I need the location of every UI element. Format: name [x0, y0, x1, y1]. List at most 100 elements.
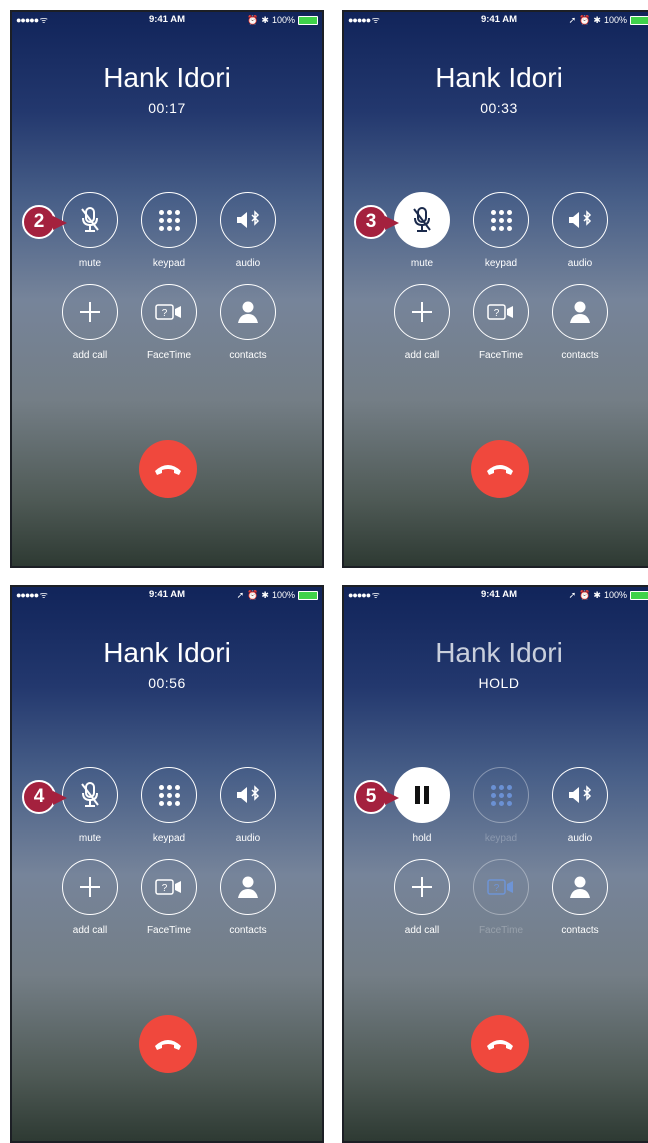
audio-button[interactable] [220, 767, 276, 823]
plus-icon [80, 302, 100, 322]
contacts-label: contacts [229, 925, 267, 936]
keypad-button[interactable] [141, 767, 197, 823]
keypad-icon [490, 784, 512, 806]
pause-icon [415, 786, 429, 804]
bluetooth-icon: ✱ [261, 590, 269, 600]
speaker-bluetooth-icon [569, 785, 592, 803]
mute-button[interactable] [62, 767, 118, 823]
status-bar: ●●●●● ᯤ 9:41 AM ⏰ ✱ 100% [12, 12, 322, 28]
end-call-button[interactable] [471, 440, 529, 498]
mute-label: mute [410, 258, 434, 269]
keypad-icon [158, 784, 180, 806]
call-screen-2: ●●●●● ᯤ 9:41 AM ➚ ⏰ ✱ 100% Hank Idori 00… [342, 10, 648, 568]
bluetooth-icon: ✱ [261, 15, 269, 25]
bluetooth-icon: ✱ [593, 590, 601, 600]
add-call-button[interactable] [62, 284, 118, 340]
facetime-label: FaceTime [146, 350, 192, 361]
plus-icon [80, 877, 100, 897]
contact-icon [570, 301, 590, 323]
audio-button[interactable] [552, 192, 608, 248]
battery-icon [630, 590, 648, 600]
step-badge: 4 [22, 780, 67, 814]
facetime-icon: ? [487, 304, 513, 320]
status-bar: ●●●●● ᯤ 9:41 AM ➚ ⏰ ✱ 100% [344, 12, 648, 28]
plus-icon [412, 877, 432, 897]
speaker-bluetooth-icon [237, 210, 260, 228]
microphone-muted-icon [413, 207, 431, 232]
hold-button[interactable] [394, 767, 450, 823]
add-call-label: add call [404, 350, 440, 361]
caller-name: Hank Idori [435, 637, 563, 668]
keypad-label: keypad [152, 833, 186, 844]
end-call-button[interactable] [139, 1015, 197, 1073]
call-timer: 00:56 [148, 675, 186, 691]
end-call-icon [155, 465, 181, 475]
speaker-bluetooth-icon [569, 210, 592, 228]
contacts-button[interactable] [220, 284, 276, 340]
audio-button[interactable] [552, 767, 608, 823]
audio-label: audio [235, 258, 261, 269]
alarm-icon: ⏰ [579, 590, 591, 600]
facetime-label: FaceTime [478, 925, 524, 936]
facetime-label: FaceTime [478, 350, 524, 361]
add-call-button[interactable] [394, 859, 450, 915]
battery-icon [630, 15, 648, 25]
facetime-button[interactable]: ? [473, 859, 529, 915]
battery-percent: 100% [271, 15, 295, 25]
alarm-icon: ⏰ [579, 15, 591, 25]
step-badge: 5 [354, 780, 399, 814]
facetime-button[interactable]: ? [141, 859, 197, 915]
mute-button[interactable] [394, 192, 450, 248]
contacts-label: contacts [229, 350, 267, 361]
location-icon: ➚ [236, 590, 245, 600]
end-call-button[interactable] [471, 1015, 529, 1073]
audio-button[interactable] [220, 192, 276, 248]
hold-label: hold [412, 833, 432, 844]
plus-icon [412, 302, 432, 322]
contacts-label: contacts [561, 925, 599, 936]
call-screen-4: ●●●●● ᯤ 9:41 AM ➚ ⏰ ✱ 100% Hank Idori HO… [342, 585, 648, 1143]
contacts-label: contacts [561, 350, 599, 361]
facetime-icon: ? [487, 879, 513, 895]
battery-icon [298, 590, 318, 600]
mute-label: mute [78, 833, 102, 844]
keypad-label: keypad [484, 258, 518, 269]
facetime-button[interactable]: ? [473, 284, 529, 340]
end-call-button[interactable] [139, 440, 197, 498]
audio-label: audio [567, 833, 593, 844]
contact-icon [238, 301, 258, 323]
call-screen-3: ●●●●● ᯤ 9:41 AM ➚ ⏰ ✱ 100% Hank Idori 00… [10, 585, 324, 1143]
status-bar: ●●●●● ᯤ 9:41 AM ➚ ⏰ ✱ 100% [12, 587, 322, 603]
keypad-button[interactable] [141, 192, 197, 248]
end-call-icon [487, 465, 513, 475]
keypad-icon [158, 209, 180, 231]
battery-percent: 100% [603, 15, 627, 25]
battery-percent: 100% [271, 590, 295, 600]
contacts-button[interactable] [220, 859, 276, 915]
add-call-button[interactable] [394, 284, 450, 340]
add-call-button[interactable] [62, 859, 118, 915]
end-call-icon [487, 1040, 513, 1050]
keypad-icon [490, 209, 512, 231]
svg-text:?: ? [162, 883, 168, 894]
facetime-button[interactable]: ? [141, 284, 197, 340]
caller-name: Hank Idori [103, 62, 231, 93]
svg-text:?: ? [494, 883, 500, 894]
bluetooth-icon: ✱ [593, 15, 601, 25]
mute-label: mute [78, 258, 102, 269]
svg-text:?: ? [162, 308, 168, 319]
contact-icon [570, 876, 590, 898]
keypad-button[interactable] [473, 767, 529, 823]
facetime-label: FaceTime [146, 925, 192, 936]
mute-button[interactable] [62, 192, 118, 248]
contacts-button[interactable] [552, 859, 608, 915]
speaker-bluetooth-icon [237, 785, 260, 803]
add-call-label: add call [72, 350, 108, 361]
contacts-button[interactable] [552, 284, 608, 340]
audio-label: audio [567, 258, 593, 269]
contact-icon [238, 876, 258, 898]
call-status-hold: HOLD [478, 675, 520, 691]
keypad-button[interactable] [473, 192, 529, 248]
step-badge: 3 [354, 205, 399, 239]
caller-name: Hank Idori [103, 637, 231, 668]
